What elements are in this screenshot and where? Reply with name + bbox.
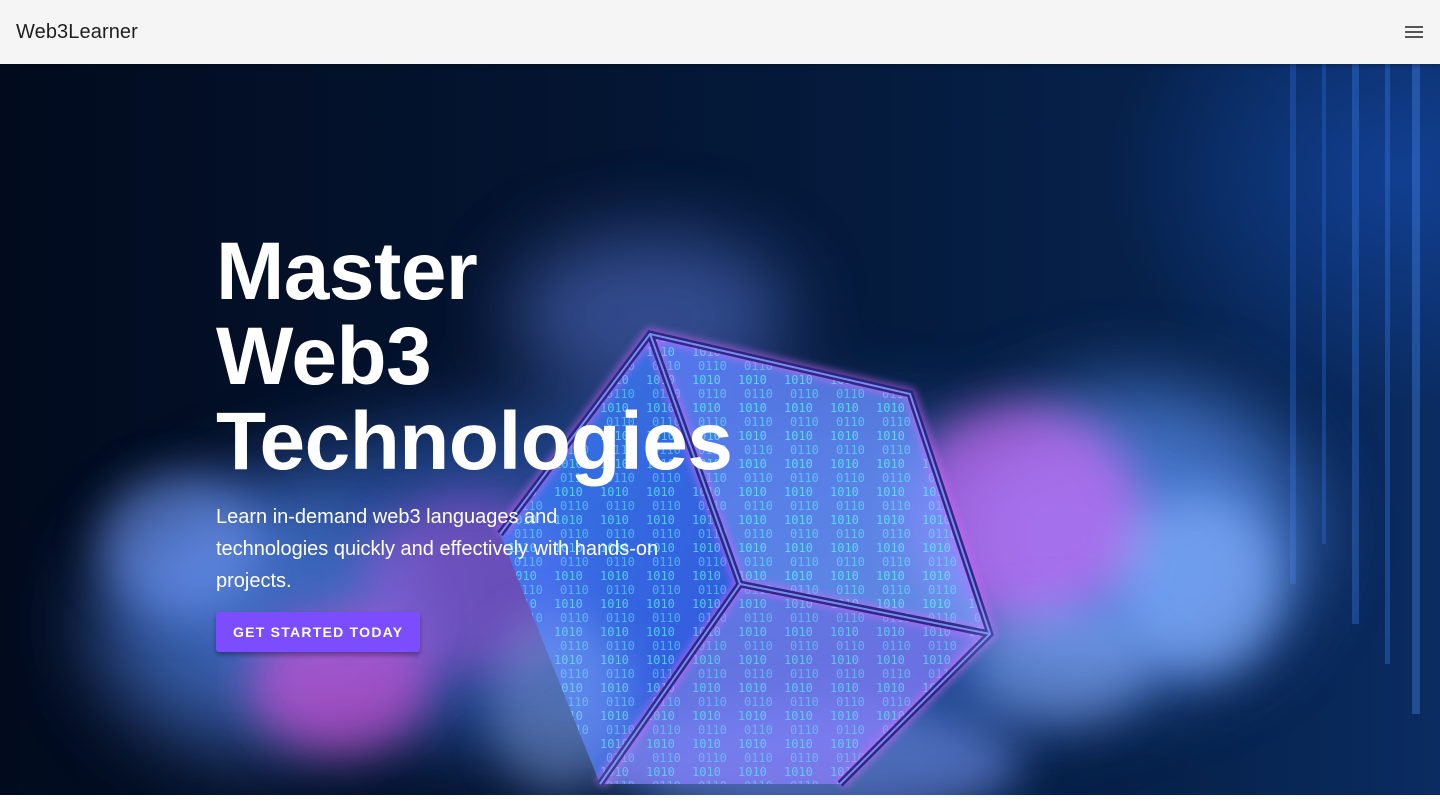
headline-line-3: Technologies	[216, 396, 733, 487]
brand-title[interactable]: Web3Learner	[16, 21, 138, 44]
get-started-button[interactable]: GET STARTED TODAY	[216, 612, 421, 652]
hero-content: Master Web3 Technologies Learn in-demand…	[216, 226, 733, 652]
hero-subtitle: Learn in-demand web3 languages and techn…	[216, 506, 659, 592]
page-bottom-strip	[0, 795, 1440, 812]
hamburger-menu-icon	[1405, 26, 1423, 38]
hero-headline: Master Web3 Technologies	[216, 226, 733, 487]
menu-button[interactable]	[1398, 16, 1430, 48]
app-bar: Web3Learner	[0, 0, 1440, 64]
headline-line-1: Master	[216, 226, 478, 317]
hero-section: 1010 0110	[0, 64, 1440, 795]
headline-line-2: Web3	[216, 311, 432, 402]
